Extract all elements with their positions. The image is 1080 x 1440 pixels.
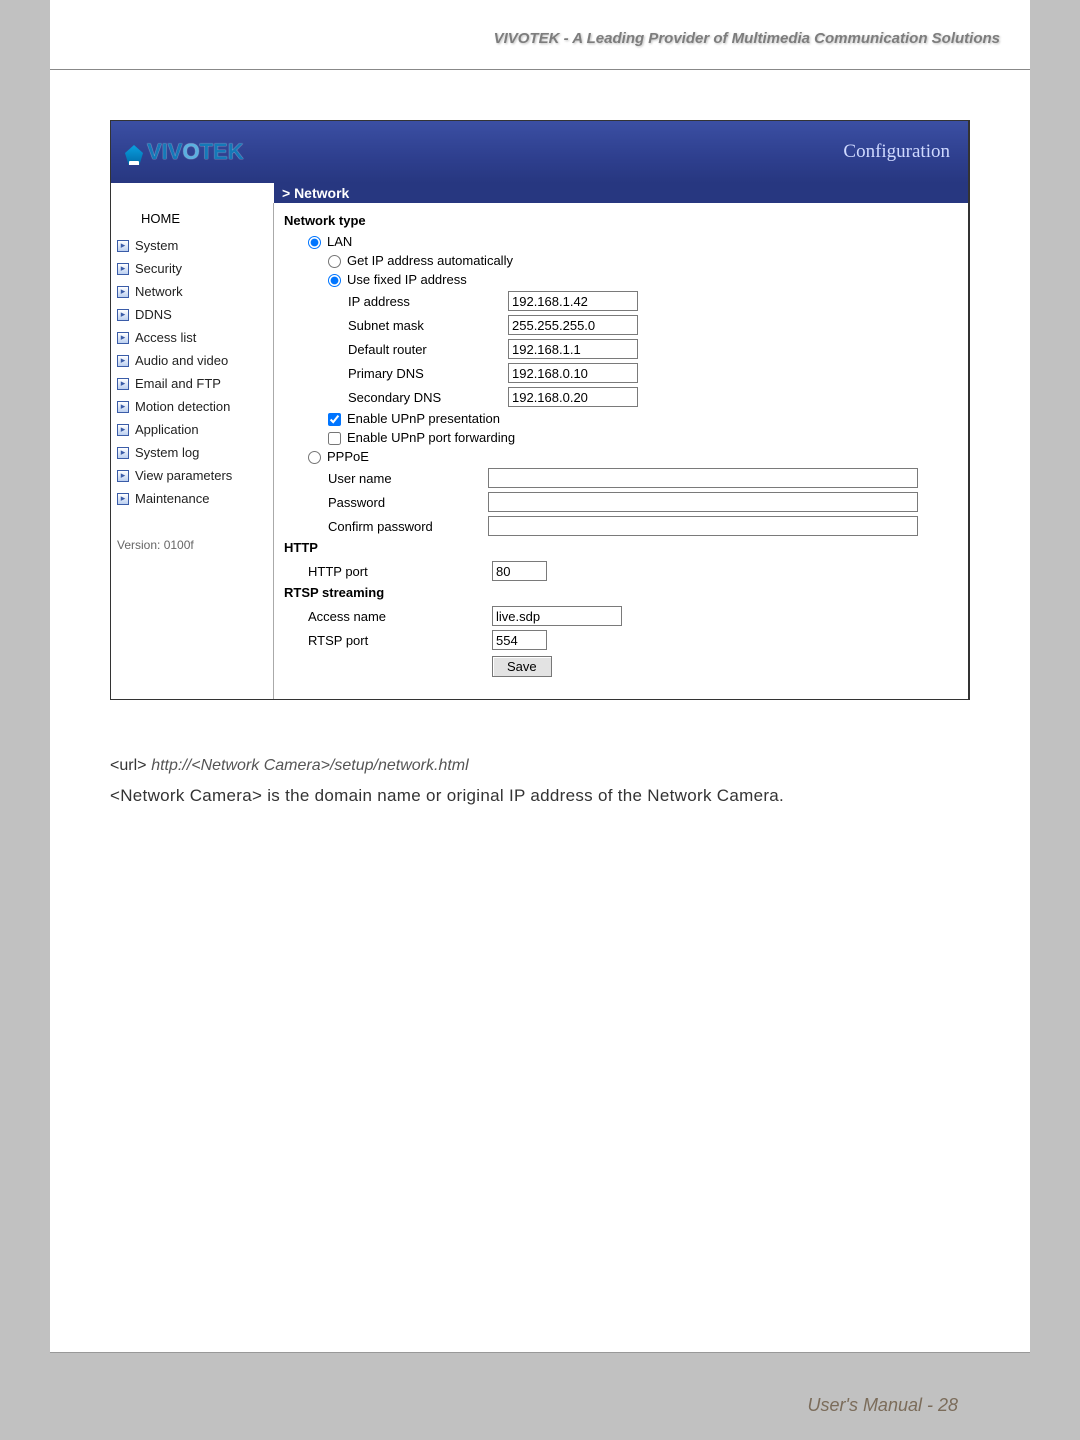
username-label: User name <box>328 471 488 486</box>
secondary-dns-label: Secondary DNS <box>348 390 508 405</box>
arrow-right-icon: ▸ <box>117 493 129 505</box>
sidebar-item-motion-detection[interactable]: ▸ Motion detection <box>111 395 273 418</box>
arrow-right-icon: ▸ <box>117 424 129 436</box>
radio-fixed-ip-label: Use fixed IP address <box>347 272 467 287</box>
footer: User's Manual - 28 <box>50 1352 1030 1440</box>
arrow-right-icon: ▸ <box>117 263 129 275</box>
divider <box>50 69 1030 70</box>
radio-auto-row[interactable]: Get IP address automatically <box>284 253 952 268</box>
logo-text: VIVOTEK <box>147 139 244 165</box>
primary-dns-input[interactable] <box>508 363 638 383</box>
http-port-label: HTTP port <box>308 564 492 579</box>
sidebar-item-label: Email and FTP <box>135 376 221 391</box>
page-number: User's Manual - 28 <box>808 1395 959 1416</box>
sidebar-item-security[interactable]: ▸ Security <box>111 257 273 280</box>
secondary-dns-input[interactable] <box>508 387 638 407</box>
sidebar-item-label: System <box>135 238 178 253</box>
radio-lan-label: LAN <box>327 234 352 249</box>
upnp-present-row[interactable]: Enable UPnP presentation <box>284 411 952 426</box>
section-rtsp: RTSP streaming <box>284 585 952 600</box>
password-label: Password <box>328 495 488 510</box>
url-tag: <url> <box>110 757 146 774</box>
sidebar-item-label: Security <box>135 261 182 276</box>
sidebar-item-maintenance[interactable]: ▸ Maintenance <box>111 487 273 510</box>
http-port-input[interactable] <box>492 561 547 581</box>
sidebar-home[interactable]: HOME <box>111 203 273 234</box>
checkbox-upnp-presentation[interactable] <box>328 413 341 426</box>
access-name-input[interactable] <box>492 606 622 626</box>
sidebar-item-access-list[interactable]: ▸ Access list <box>111 326 273 349</box>
radio-pppoe-row[interactable]: PPPoE <box>284 449 952 464</box>
version-label: Version: 0100f <box>111 510 273 552</box>
sidebar-item-network[interactable]: ▸ Network <box>111 280 273 303</box>
arrow-right-icon: ▸ <box>117 355 129 367</box>
logo-icon <box>125 145 143 165</box>
url-description: <Network Camera> is the domain name or o… <box>110 781 970 812</box>
subnet-input[interactable] <box>508 315 638 335</box>
radio-pppoe[interactable] <box>308 451 321 464</box>
arrow-right-icon: ▸ <box>117 332 129 344</box>
sidebar-item-label: View parameters <box>135 468 232 483</box>
sidebar-item-label: Audio and video <box>135 353 228 368</box>
below-text: <url> http://<Network Camera>/setup/netw… <box>110 750 970 811</box>
checkbox-upnp-port-forwarding[interactable] <box>328 432 341 445</box>
radio-pppoe-label: PPPoE <box>327 449 369 464</box>
radio-lan[interactable] <box>308 236 321 249</box>
password-input[interactable] <box>488 492 918 512</box>
sidebar-item-label: DDNS <box>135 307 172 322</box>
sidebar-item-label: System log <box>135 445 199 460</box>
radio-fixed-ip[interactable] <box>328 274 341 287</box>
arrow-right-icon: ▸ <box>117 470 129 482</box>
arrow-right-icon: ▸ <box>117 401 129 413</box>
sidebar-item-audio-video[interactable]: ▸ Audio and video <box>111 349 273 372</box>
banner: VIVOTEK Configuration <box>111 121 968 183</box>
sidebar-item-label: Maintenance <box>135 491 209 506</box>
sidebar-item-label: Motion detection <box>135 399 230 414</box>
primary-dns-label: Primary DNS <box>348 366 508 381</box>
breadcrumb: > Network <box>274 183 968 203</box>
radio-lan-row[interactable]: LAN <box>284 234 952 249</box>
arrow-right-icon: ▸ <box>117 378 129 390</box>
ip-address-label: IP address <box>348 294 508 309</box>
username-input[interactable] <box>488 468 918 488</box>
radio-get-ip-auto[interactable] <box>328 255 341 268</box>
save-button[interactable]: Save <box>492 656 552 677</box>
arrow-right-icon: ▸ <box>117 309 129 321</box>
rtsp-port-input[interactable] <box>492 630 547 650</box>
rtsp-port-label: RTSP port <box>308 633 492 648</box>
sidebar-item-label: Network <box>135 284 183 299</box>
access-name-label: Access name <box>308 609 492 624</box>
url-path: http://<Network Camera>/setup/network.ht… <box>151 757 468 774</box>
radio-fixed-row[interactable]: Use fixed IP address <box>284 272 952 287</box>
sidebar-item-system-log[interactable]: ▸ System log <box>111 441 273 464</box>
page-title: Configuration <box>843 141 950 163</box>
subnet-label: Subnet mask <box>348 318 508 333</box>
sidebar: HOME ▸ System ▸ Security ▸ Network ▸ DDNS ▸ A… <box>111 203 274 699</box>
vivotek-logo: VIVOTEK <box>125 139 244 165</box>
confirm-password-label: Confirm password <box>328 519 488 534</box>
router-label: Default router <box>348 342 508 357</box>
sidebar-item-view-parameters[interactable]: ▸ View parameters <box>111 464 273 487</box>
sidebar-item-label: Access list <box>135 330 196 345</box>
arrow-right-icon: ▸ <box>117 447 129 459</box>
radio-get-ip-auto-label: Get IP address automatically <box>347 253 513 268</box>
upnp-port-forwarding-label: Enable UPnP port forwarding <box>347 430 515 445</box>
sidebar-item-application[interactable]: ▸ Application <box>111 418 273 441</box>
section-http: HTTP <box>284 540 952 555</box>
arrow-right-icon: ▸ <box>117 286 129 298</box>
sidebar-item-ddns[interactable]: ▸ DDNS <box>111 303 273 326</box>
sidebar-item-system[interactable]: ▸ System <box>111 234 273 257</box>
doc-header: VIVOTEK - A Leading Provider of Multimed… <box>50 30 1030 47</box>
confirm-password-input[interactable] <box>488 516 918 536</box>
sidebar-item-label: Application <box>135 422 199 437</box>
arrow-right-icon: ▸ <box>117 240 129 252</box>
ip-address-input[interactable] <box>508 291 638 311</box>
upnp-presentation-label: Enable UPnP presentation <box>347 411 500 426</box>
router-input[interactable] <box>508 339 638 359</box>
content: Network type LAN Get IP address automati… <box>274 203 968 699</box>
sidebar-item-email-ftp[interactable]: ▸ Email and FTP <box>111 372 273 395</box>
configuration-screenshot: VIVOTEK Configuration > Network HOME ▸ Sy… <box>110 120 970 700</box>
upnp-port-row[interactable]: Enable UPnP port forwarding <box>284 430 952 445</box>
section-network-type: Network type <box>284 213 952 228</box>
